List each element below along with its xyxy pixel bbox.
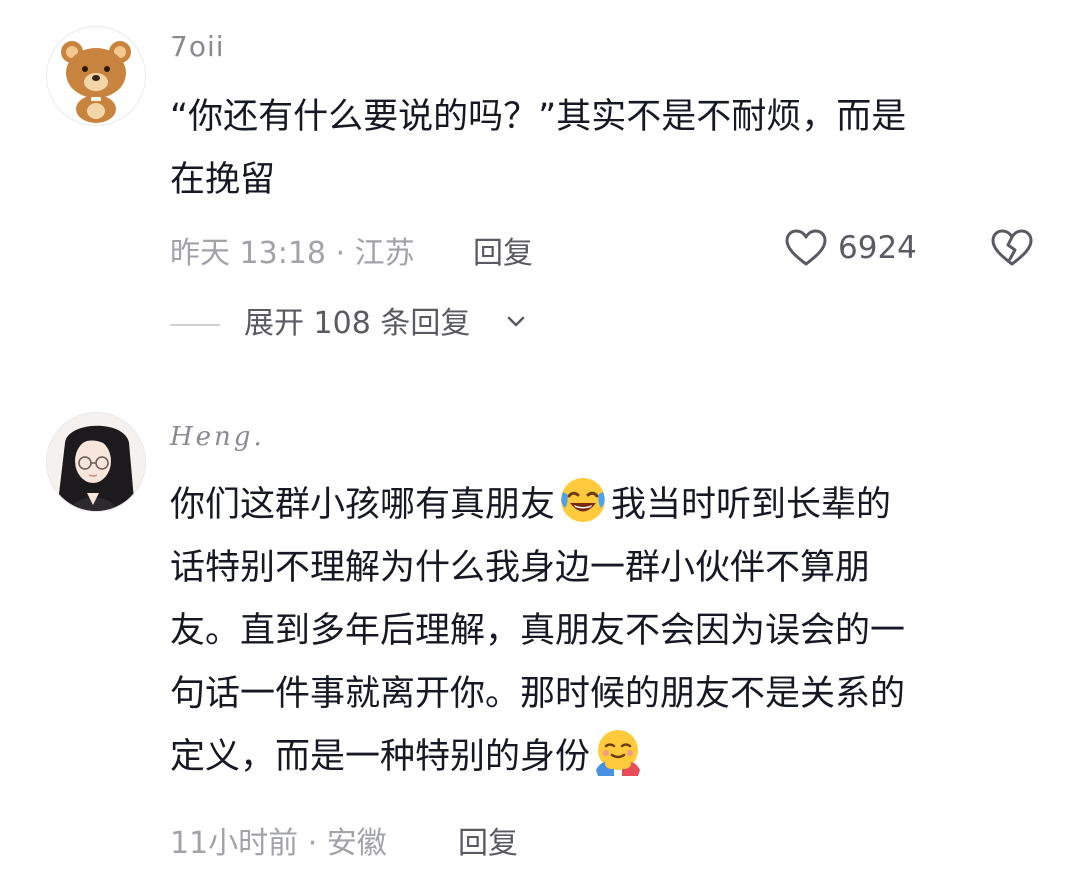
comment-item: Heng. 你们这群小孩哪有真朋友 我当时听到长辈的 话特别不理解为什么我身边一… [0, 0, 1080, 881]
comment-text-line: 你们这群小孩哪有真朋友 我当时听到长辈的 [170, 474, 1030, 537]
comment-text-segment: 我当时听到长辈的 [611, 485, 892, 525]
timestamp-location: 11小时前 · 安徽 [170, 826, 387, 861]
comment-text-line: 友。直到多年后理解，真朋友不会因为误会的一 [170, 611, 906, 651]
comment-text-segment: 定义，而是一种特别的身份 [170, 737, 591, 777]
comment-text-segment: 你们这群小孩哪有真朋友 [170, 485, 556, 525]
hug-emoji [596, 730, 641, 776]
avatar[interactable] [46, 412, 146, 512]
comment-text-line: 定义，而是一种特别的身份 [170, 726, 1030, 789]
girl-avatar-icon [47, 413, 145, 511]
username[interactable]: Heng. [170, 422, 265, 452]
reply-button[interactable]: 回复 [458, 818, 518, 862]
comment-text-line: 话特别不理解为什么我身边一群小伙伴不算朋 [170, 548, 871, 588]
comment-text-line: 句话一件事就离开你。那时候的朋友不是关系的 [170, 674, 906, 714]
laugh-cry-emoji [561, 478, 606, 522]
comment-text: 你们这群小孩哪有真朋友 我当时听到长辈的 话特别不理解为什么我身边一群小伙伴不算… [170, 474, 1030, 789]
comment-meta: 11小时前 · 安徽 回复 [170, 818, 518, 862]
